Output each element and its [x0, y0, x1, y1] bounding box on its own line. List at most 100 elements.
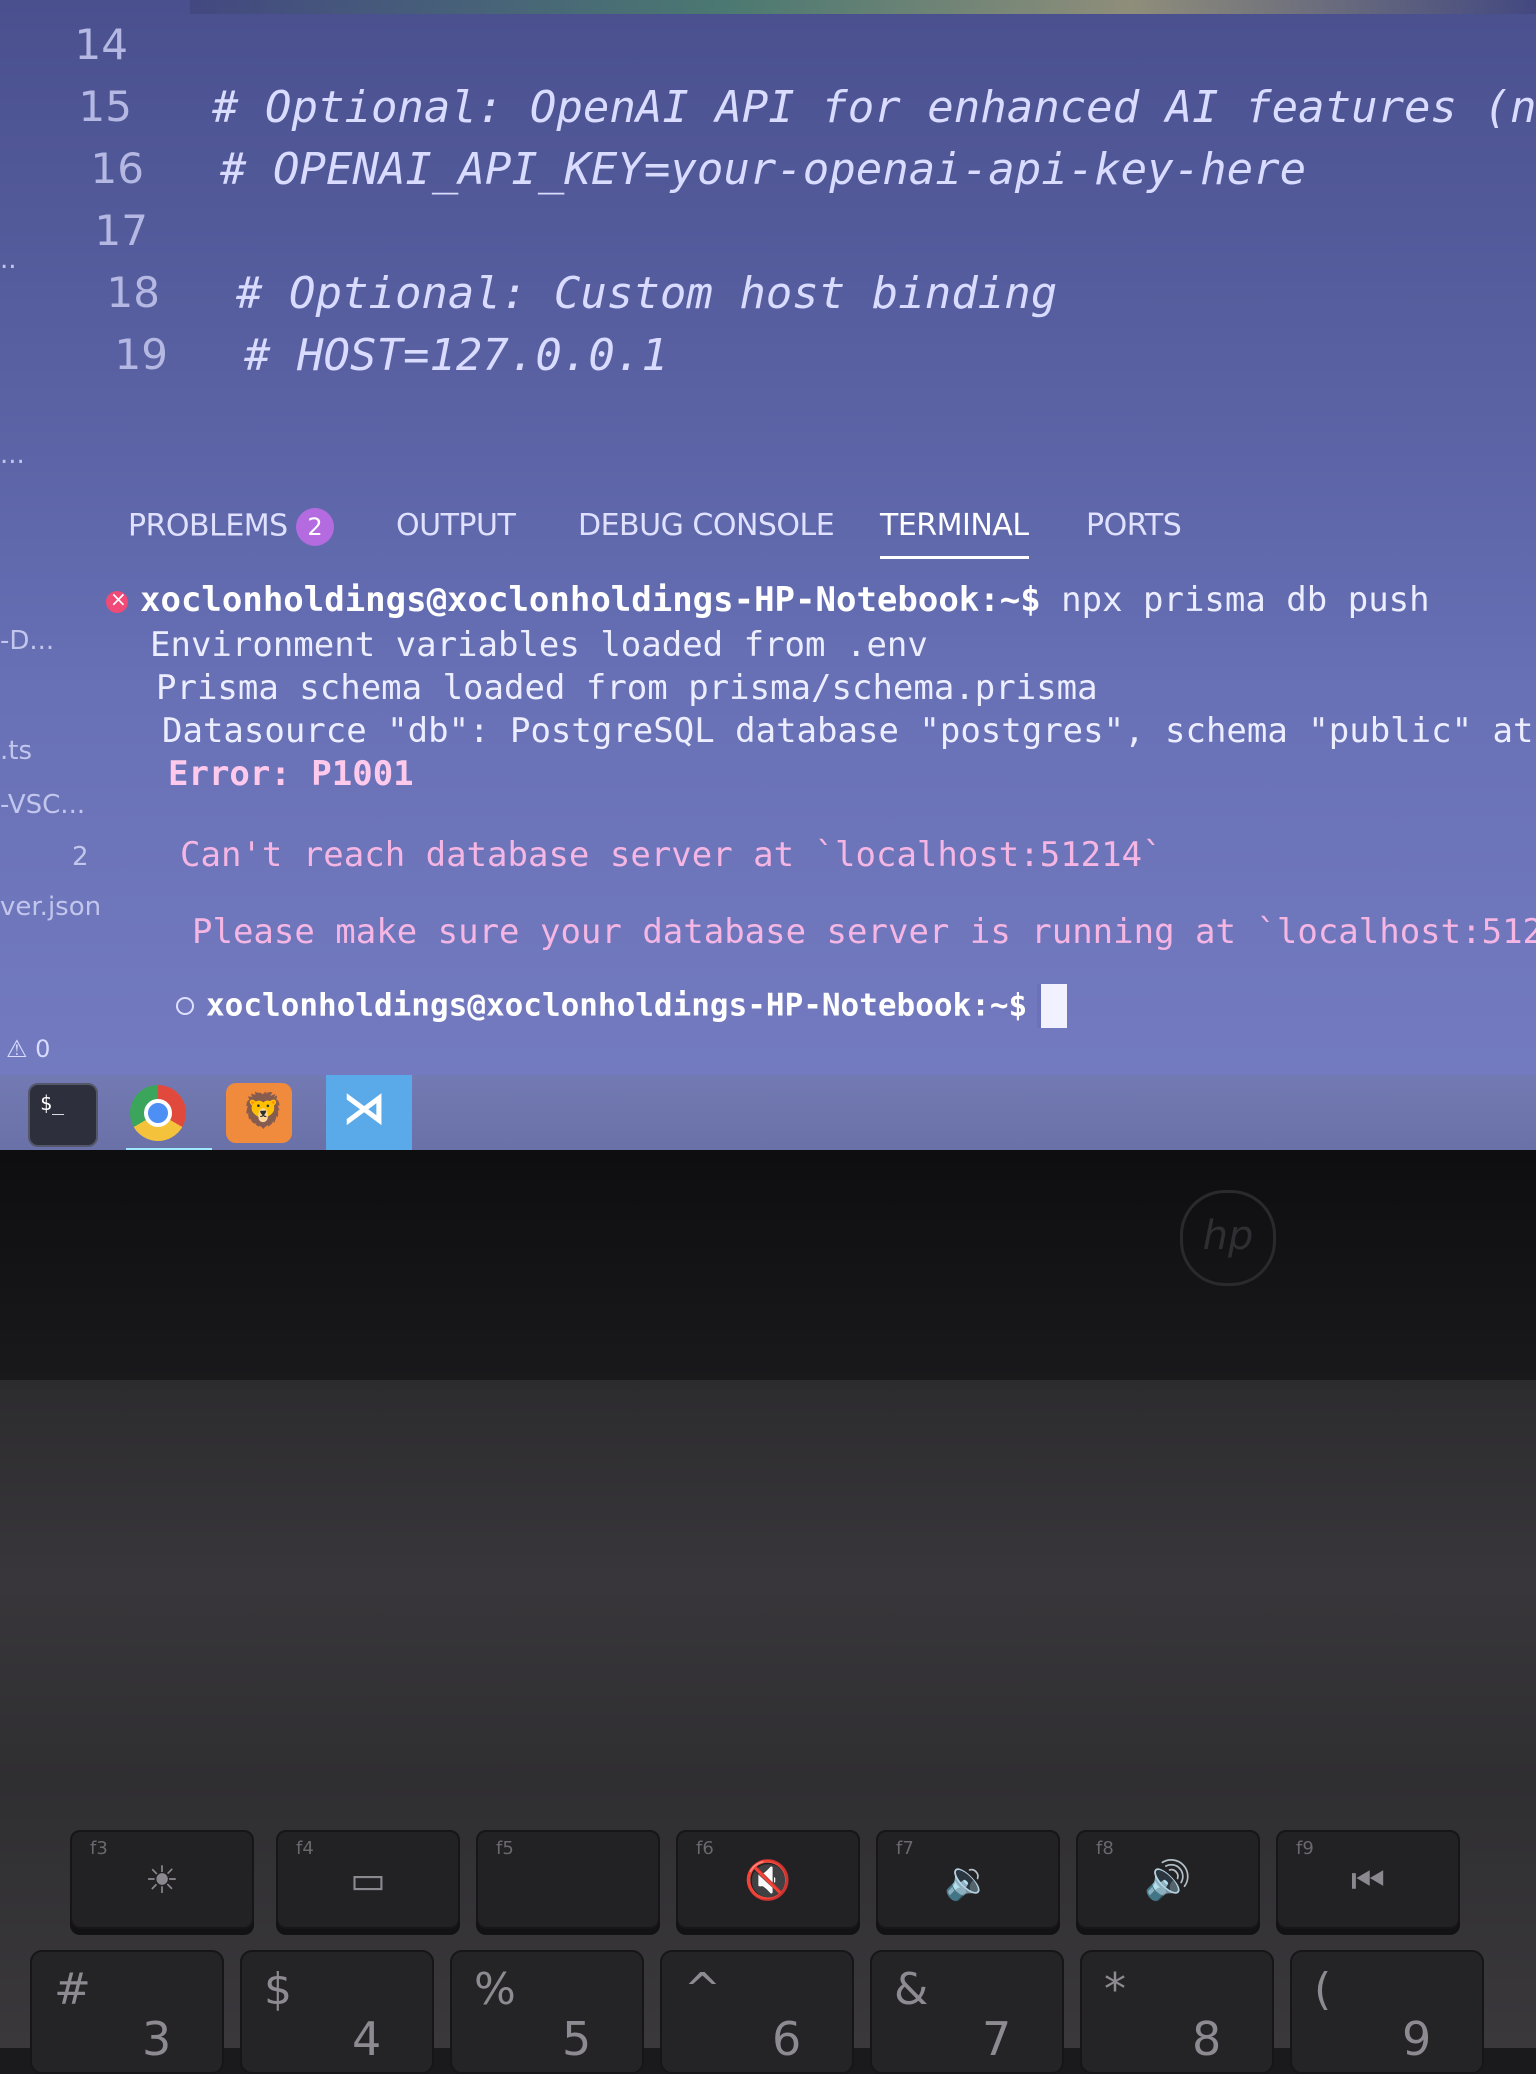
line-number: 17	[94, 206, 148, 255]
previous-track-icon: ⏮	[1350, 1858, 1386, 1902]
tab-output[interactable]: OUTPUT	[396, 508, 516, 543]
error-status-icon[interactable]	[106, 587, 128, 613]
key-3[interactable]: # 3	[30, 1950, 224, 2074]
key-symbol: $	[264, 1964, 292, 2015]
chrome-core	[144, 1099, 172, 1127]
panel-tab-bar: PROBLEMS 2 OUTPUT DEBUG CONSOLE TERMINAL …	[128, 508, 1228, 559]
key-label: f4	[296, 1838, 314, 1859]
key-symbol: ^	[684, 1964, 721, 2015]
laptop-screen: 14 15 # Optional: OpenAI API for enhance…	[0, 0, 1536, 1150]
error-hint: Please make sure your database server is…	[192, 912, 1536, 952]
code-line-19: 19 # HOST=127.0.0.1	[0, 330, 1536, 386]
terminal-output-line: Datasource "db": PostgreSQL database "po…	[162, 711, 1534, 751]
line-number: 19	[114, 330, 168, 379]
key-symbol: &	[894, 1964, 929, 2015]
key-9[interactable]: ( 9	[1290, 1950, 1484, 2074]
chrome-app-icon[interactable]	[126, 1083, 192, 1143]
key-label: f8	[1096, 1838, 1114, 1859]
key-symbol: %	[474, 1964, 516, 2015]
hp-logo: hp	[1180, 1190, 1276, 1286]
tab-problems[interactable]: PROBLEMS 2	[128, 508, 334, 546]
brave-app-icon[interactable]: 🦁	[226, 1083, 292, 1143]
problem-count: 2	[72, 842, 89, 872]
f9-previous-track-key[interactable]: f9 ⏮	[1276, 1830, 1460, 1929]
tab-terminal[interactable]: TERMINAL	[880, 508, 1029, 559]
line-code: # Optional: Custom host binding	[236, 268, 1058, 319]
key-number: 8	[1192, 2012, 1222, 2066]
key-4[interactable]: $ 4	[240, 1950, 434, 2074]
code-line-18: 18 # Optional: Custom host binding	[0, 268, 1536, 324]
terminal-app-icon[interactable]: $_	[28, 1083, 98, 1147]
code-editor[interactable]: 14 15 # Optional: OpenAI API for enhance…	[0, 20, 1536, 400]
editor-top-fragment	[190, 0, 1536, 14]
f3-brightness-key[interactable]: f3 ☀	[70, 1830, 254, 1929]
volume-down-icon: 🔉	[944, 1858, 992, 1902]
line-number: 16	[90, 144, 144, 193]
line-number: 18	[106, 268, 160, 317]
tab-debug-console[interactable]: DEBUG CONSOLE	[578, 508, 835, 543]
shell-command: npx prisma db push	[1040, 580, 1430, 620]
status-warnings[interactable]: ⚠ 0	[6, 1035, 50, 1063]
key-number: 5	[562, 2012, 592, 2066]
volume-up-icon: 🔊	[1144, 1858, 1192, 1902]
code-line-15: 15 # Optional: OpenAI API for enhanced A…	[0, 82, 1536, 138]
terminal-output-line: Prisma schema loaded from prisma/schema.…	[156, 668, 1098, 708]
key-symbol: *	[1104, 1964, 1126, 2015]
key-label: f9	[1296, 1838, 1314, 1859]
key-number: 6	[772, 2012, 802, 2066]
error-code: Error: P1001	[168, 754, 414, 794]
terminal-glyph: $_	[40, 1091, 65, 1115]
line-code: # OPENAI_API_KEY=your-openai-api-key-her…	[220, 144, 1307, 195]
key-symbol: (	[1314, 1964, 1332, 2015]
shell-prompt: xoclonholdings@xoclonholdings-HP-Noteboo…	[206, 987, 1028, 1024]
sidebar-fragment[interactable]: ver.json	[0, 892, 101, 922]
success-status-icon[interactable]	[176, 997, 194, 1015]
sidebar-fragment[interactable]: ..	[0, 245, 17, 275]
key-label: f5	[496, 1838, 514, 1859]
tab-ports[interactable]: PORTS	[1086, 508, 1182, 543]
f7-volume-down-key[interactable]: f7 🔉	[876, 1830, 1060, 1929]
terminal-prompt-line[interactable]: xoclonholdings@xoclonholdings-HP-Noteboo…	[176, 984, 1068, 1028]
vscode-logo-icon: ⋊	[342, 1083, 386, 1134]
problems-count-badge: 2	[295, 508, 334, 546]
sidebar-fragment[interactable]: -D...	[0, 626, 54, 656]
key-7[interactable]: & 7	[870, 1950, 1064, 2074]
terminal-output-line: Environment variables loaded from .env	[150, 625, 928, 665]
code-line-17: 17	[0, 206, 1536, 262]
sidebar-fragment[interactable]: ...	[0, 440, 25, 470]
terminal-command-line: xoclonholdings@xoclonholdings-HP-Noteboo…	[106, 580, 1430, 620]
brave-lion-icon: 🦁	[242, 1091, 285, 1131]
line-code: # Optional: OpenAI API for enhanced AI f…	[212, 82, 1536, 133]
error-message: Can't reach database server at `localhos…	[180, 835, 1163, 875]
f8-volume-up-key[interactable]: f8 🔊	[1076, 1830, 1260, 1929]
vscode-app-icon[interactable]: ⋊	[326, 1075, 412, 1150]
line-code: # HOST=127.0.0.1	[244, 330, 668, 381]
brightness-icon: ☀	[144, 1858, 180, 1902]
active-tab-indicator	[880, 556, 1029, 559]
key-8[interactable]: * 8	[1080, 1950, 1274, 2074]
sidebar-fragment[interactable]: .ts	[0, 736, 32, 766]
keyboard-deck	[0, 1380, 1536, 2048]
key-label: f6	[696, 1838, 714, 1859]
key-number: 9	[1402, 2012, 1432, 2066]
key-6[interactable]: ^ 6	[660, 1950, 854, 2074]
taskbar-dock: $_ 🦁 ⋊	[0, 1075, 1536, 1150]
key-label: f3	[90, 1838, 108, 1859]
tab-label: TERMINAL	[880, 508, 1029, 543]
tab-label: PROBLEMS	[128, 508, 288, 544]
f4-display-key[interactable]: f4 ▭	[276, 1830, 460, 1929]
sidebar-fragment[interactable]: -VSC...	[0, 790, 85, 820]
code-line-16: 16 # OPENAI_API_KEY=your-openai-api-key-…	[0, 144, 1536, 200]
shell-prompt: xoclonholdings@xoclonholdings-HP-Noteboo…	[140, 580, 1041, 620]
line-number: 15	[78, 82, 132, 131]
key-number: 7	[982, 2012, 1012, 2066]
key-number: 3	[142, 2012, 172, 2066]
key-symbol: #	[54, 1964, 91, 2015]
f5-key[interactable]: f5	[476, 1830, 660, 1929]
line-number: 14	[74, 20, 128, 69]
f6-mute-key[interactable]: f6 🔇	[676, 1830, 860, 1929]
key-5[interactable]: % 5	[450, 1950, 644, 2074]
key-label: f7	[896, 1838, 914, 1859]
laptop-bezel	[0, 1150, 1536, 1380]
key-number: 4	[352, 2012, 382, 2066]
